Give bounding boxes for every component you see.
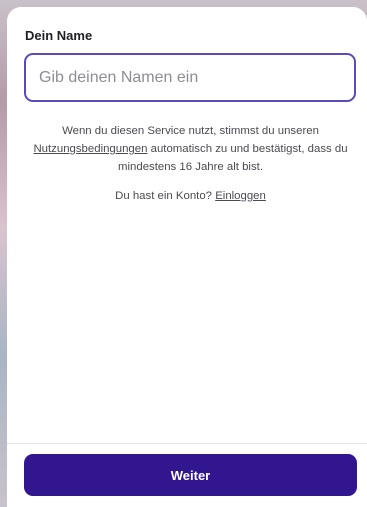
- login-link[interactable]: Einloggen: [215, 190, 266, 202]
- login-prompt: Du hast ein Konto? Einloggen: [27, 187, 354, 205]
- terms-text-before: Wenn du diesen Service nutzt, stimmst du…: [62, 125, 319, 137]
- continue-button[interactable]: Weiter: [24, 454, 357, 496]
- terms-notice: Wenn du diesen Service nutzt, stimmst du…: [27, 122, 354, 176]
- terms-of-use-link[interactable]: Nutzungsbedingungen: [33, 143, 147, 155]
- terms-text-after: automatisch zu und bestätigst, dass du m…: [118, 143, 348, 173]
- login-prompt-text: Du hast ein Konto?: [115, 190, 216, 202]
- signup-card: Dein Name Wenn du diesen Service nutzt, …: [7, 7, 367, 507]
- footer-divider: [7, 443, 367, 444]
- name-field-label: Dein Name: [25, 28, 93, 43]
- name-input[interactable]: [24, 53, 356, 102]
